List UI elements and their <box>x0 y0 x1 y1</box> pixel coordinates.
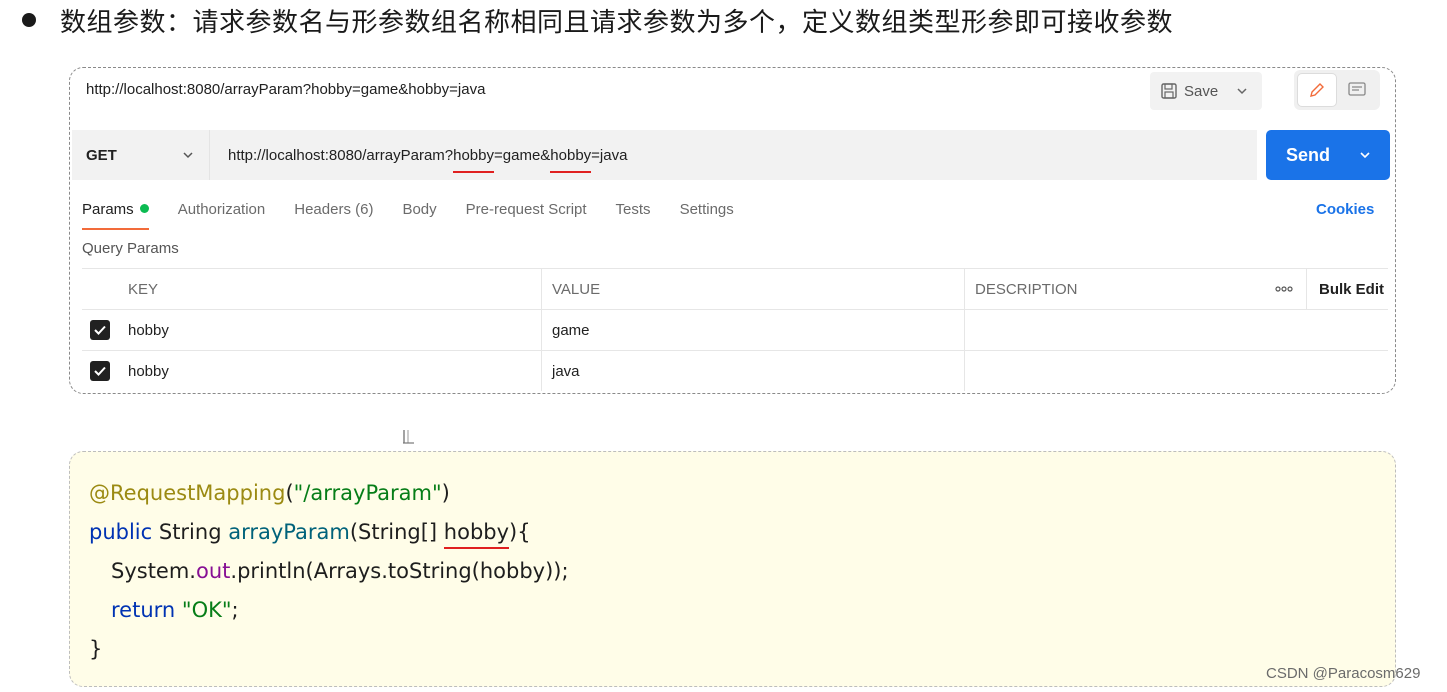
emphasis-underline <box>453 170 494 173</box>
params-status-dot <box>139 204 149 213</box>
url-base: http://localhost:8080/arrayParam? <box>228 146 454 164</box>
watermark: CSDN @Paracosm629 <box>1266 665 1421 682</box>
checkbox-icon[interactable] <box>90 320 110 340</box>
code-line: return "OK"; <box>89 591 569 630</box>
chevron-down-icon <box>183 152 193 159</box>
param-name-token: hobby <box>443 520 510 544</box>
bullet-icon <box>22 13 36 27</box>
code-line: System.out.println(Arrays.toString(hobby… <box>89 552 569 591</box>
url-segment: =java <box>591 146 628 164</box>
code-line: public String arrayParam(String[] hobby)… <box>89 513 569 552</box>
column-header-value: VALUE <box>541 269 964 309</box>
comments-button[interactable] <box>1337 73 1377 107</box>
header-tools: Bulk Edit <box>1262 269 1388 309</box>
code-line: } <box>89 630 569 669</box>
description-label: DESCRIPTION <box>975 280 1078 298</box>
chevron-down-icon[interactable] <box>1358 148 1372 162</box>
code-token: ) <box>441 481 450 505</box>
code-token: .println(Arrays.toString(hobby)); <box>230 559 569 583</box>
emphasis-underline <box>444 547 509 549</box>
table-header-row: KEY VALUE DESCRIPTION Bulk Edit <box>82 268 1388 309</box>
tab-pre-request-script[interactable]: Pre-request Script <box>466 192 587 230</box>
column-header-key: KEY <box>128 280 159 298</box>
keyword-token: return <box>111 598 176 622</box>
code-token: String <box>152 520 229 544</box>
annotation-token: @RequestMapping <box>89 481 286 505</box>
param-description[interactable] <box>964 310 1388 350</box>
query-params-table: KEY VALUE DESCRIPTION Bulk Edit hobby ga… <box>82 268 1388 391</box>
method-label: GET <box>86 146 117 164</box>
side-tools <box>1294 70 1380 110</box>
code-token: (String[] <box>349 520 444 544</box>
code-token: System. <box>111 559 196 583</box>
bulk-edit-button[interactable]: Bulk Edit <box>1305 269 1388 309</box>
cookies-link[interactable]: Cookies <box>1316 201 1374 218</box>
method-name-token: arrayParam <box>228 520 350 544</box>
query-params-title: Query Params <box>82 240 179 257</box>
comment-icon <box>1348 82 1366 96</box>
checkbox-icon[interactable] <box>90 361 110 381</box>
heading-text: 数组参数：请求参数名与形参数组名称相同且请求参数为多个，定义数组类型形参即可接收… <box>60 7 1174 38</box>
tab-body[interactable]: Body <box>402 192 436 230</box>
param-key[interactable]: hobby <box>118 310 541 350</box>
send-label: Send <box>1286 144 1331 165</box>
slide-heading: 数组参数：请求参数名与形参数组名称相同且请求参数为多个，定义数组类型形参即可接收… <box>22 0 1173 40</box>
url-input[interactable]: http://localhost:8080/arrayParam?hobby=g… <box>228 146 628 173</box>
url-segment: =game& <box>494 146 551 164</box>
code-token: } <box>89 637 103 661</box>
string-token: "OK" <box>181 598 232 622</box>
code-token: ){ <box>509 520 531 544</box>
pencil-icon <box>1310 83 1324 97</box>
code-block: @RequestMapping("/arrayParam") public St… <box>89 474 569 669</box>
postman-request-panel: http://localhost:8080/arrayParam?hobby=g… <box>69 67 1396 394</box>
emphasis-underline <box>550 170 591 173</box>
code-token: ; <box>231 598 239 622</box>
tab-params[interactable]: Params <box>82 192 149 230</box>
param-value[interactable]: java <box>541 351 964 391</box>
save-icon <box>1161 83 1177 99</box>
tab-authorization[interactable]: Authorization <box>178 192 266 230</box>
row-check-cell <box>82 310 118 350</box>
code-line: @RequestMapping("/arrayParam") <box>89 474 569 513</box>
field-token: out <box>195 559 231 583</box>
url-param-key: hobby <box>453 146 494 164</box>
param-key[interactable]: hobby <box>118 351 541 391</box>
row-check-cell <box>82 351 118 391</box>
code-token: ( <box>285 481 294 505</box>
save-button[interactable]: Save <box>1150 72 1262 110</box>
request-name[interactable]: http://localhost:8080/arrayParam?hobby=g… <box>86 81 485 98</box>
request-tabs: Params Authorization Headers (6) Body Pr… <box>82 192 763 232</box>
method-select[interactable]: GET <box>72 130 210 180</box>
header-check-cell <box>82 269 118 309</box>
save-label: Save <box>1184 82 1219 100</box>
url-param-key: hobby <box>550 146 592 164</box>
table-row: hobby java <box>82 350 1388 391</box>
edit-button[interactable] <box>1297 73 1337 107</box>
more-dots-icon[interactable] <box>1262 286 1306 292</box>
column-header-description: DESCRIPTION Bulk Edit <box>964 269 1388 309</box>
keyword-token: public <box>89 520 153 544</box>
param-description[interactable] <box>964 351 1388 391</box>
tab-tests[interactable]: Tests <box>616 192 651 230</box>
url-bar: GET http://localhost:8080/arrayParam?hob… <box>72 130 1257 180</box>
send-button[interactable]: Send <box>1266 130 1390 180</box>
tab-label: Params <box>82 201 134 218</box>
string-token: "/arrayParam" <box>293 481 442 505</box>
chevron-down-icon[interactable] <box>1236 85 1248 97</box>
tab-headers[interactable]: Headers (6) <box>294 192 373 230</box>
text-cursor-icon <box>403 430 414 444</box>
param-value[interactable]: game <box>541 310 964 350</box>
table-row: hobby game <box>82 309 1388 350</box>
code-snippet-panel: @RequestMapping("/arrayParam") public St… <box>69 451 1396 687</box>
tab-settings[interactable]: Settings <box>680 192 734 230</box>
